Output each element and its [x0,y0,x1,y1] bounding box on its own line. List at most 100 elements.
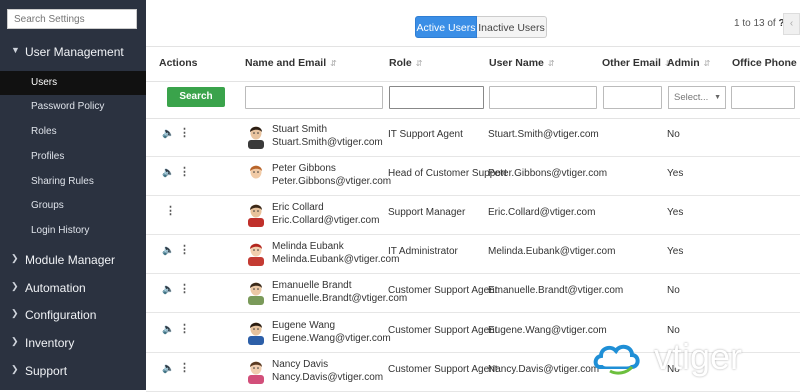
col-actions: Actions [159,57,198,69]
active-users-button[interactable]: Active Users [415,16,477,38]
user-username: Nancy.Davis@vtiger.com [488,364,600,375]
table-row[interactable]: ⋮ Eric Collard Eric.Collard@vtiger.com Supp… [146,195,800,235]
inactive-users-button[interactable]: Inactive Users [477,16,547,38]
user-username: Eugene.Wang@vtiger.com [488,325,607,336]
search-settings-input[interactable] [7,9,137,29]
chevron-right-icon: ❯ [11,336,19,346]
user-name-email[interactable]: Melinda Eubank Melinda.Eubank@vtiger.com [272,240,399,266]
login-as-icon[interactable]: 🔈 [162,284,174,295]
user-name-email[interactable]: Peter Gibbons Peter.Gibbons@vtiger.com [272,162,391,188]
more-actions-icon[interactable]: ⋮ [179,322,190,335]
sidebar-group-support[interactable]: ❯ Support [0,361,146,381]
user-admin: Yes [667,207,684,218]
sidebar-item-roles[interactable]: Roles [0,120,146,144]
table-row[interactable]: 🔈 ⋮ Peter Gibbons Peter.Gibbons@vtiger.com H… [146,156,800,196]
sidebar-item-password-policy[interactable]: Password Policy [0,95,146,119]
chevron-right-icon: ❯ [11,364,19,374]
login-as-icon[interactable]: 🔈 [162,128,174,139]
more-actions-icon[interactable]: ⋮ [179,165,190,178]
login-as-icon[interactable]: 🔈 [162,324,174,335]
user-role: Customer Support Agent [388,285,498,296]
sidebar-item-users[interactable]: Users [0,71,146,95]
avatar [248,282,264,305]
user-username: Eric.Collard@vtiger.com [488,207,596,218]
col-office-phone[interactable]: Office Phone⇵ [732,57,800,69]
chevron-down-icon: ▼ [11,45,20,55]
user-email: Stuart.Smith@vtiger.com [272,137,383,148]
user-full-name: Eric Collard [272,202,324,213]
login-as-icon[interactable]: 🔈 [162,245,174,256]
user-username: Peter.Gibbons@vtiger.com [488,168,608,179]
user-full-name: Stuart Smith [272,124,328,135]
avatar [248,204,264,227]
user-role: IT Support Agent [388,129,463,140]
login-as-icon[interactable]: 🔈 [162,363,174,374]
user-role: Customer Support Agent [388,364,498,375]
user-name-email[interactable]: Emanuelle Brandt Emanuelle.Brandt@vtiger.… [272,279,407,305]
search-button[interactable]: Search [167,87,225,107]
user-admin: Yes [667,168,684,179]
sort-icon: ⇵ [547,59,555,68]
filter-username-input[interactable] [489,86,597,109]
sidebar-group-user-management[interactable]: ▼ User Management [0,42,146,62]
sort-icon: ⇵ [415,59,423,68]
user-name-email[interactable]: Nancy Davis Nancy.Davis@vtiger.com [272,358,383,384]
sidebar-group-inventory[interactable]: ❯ Inventory [0,333,146,353]
sidebar-item-sharing-rules[interactable]: Sharing Rules [0,170,146,194]
col-other-email[interactable]: Other Email ⇵ [602,57,672,69]
more-actions-icon[interactable]: ⋮ [165,204,176,217]
user-name-email[interactable]: Stuart Smith Stuart.Smith@vtiger.com [272,123,383,149]
user-username: Melinda.Eubank@vtiger.com [488,246,616,257]
user-name-email[interactable]: Eugene Wang Eugene.Wang@vtiger.com [272,319,391,345]
user-role: IT Administrator [388,246,458,257]
user-admin: No [667,285,680,296]
more-actions-icon[interactable]: ⋮ [179,282,190,295]
filter-admin-select[interactable]: Select... ▼ [668,86,726,109]
user-role: Customer Support Agent [388,325,498,336]
sidebar-group-module-manager[interactable]: ❯ Module Manager [0,250,146,270]
previous-page-button[interactable]: ‹ [783,13,800,35]
settings-sidebar: ▼ User Management Users Password Policy … [0,0,146,390]
user-full-name: Nancy Davis [272,359,329,370]
user-admin: Yes [667,246,684,257]
avatar [248,361,264,384]
user-name-email[interactable]: Eric Collard Eric.Collard@vtiger.com [272,201,379,227]
user-email: Peter.Gibbons@vtiger.com [272,176,392,187]
col-role[interactable]: Role ⇵ [389,57,422,69]
more-actions-icon[interactable]: ⋮ [179,361,190,374]
user-email: Nancy.Davis@vtiger.com [272,372,384,383]
filter-role-input[interactable] [389,86,484,109]
login-as-icon[interactable]: 🔈 [162,167,174,178]
more-actions-icon[interactable]: ⋮ [179,243,190,256]
avatar [248,165,264,188]
table-row[interactable]: 🔈 ⋮ Emanuelle Brandt Emanuelle.Brandt@vtige… [146,273,800,313]
vtiger-cloud-icon [593,344,640,375]
avatar [248,126,264,149]
more-actions-icon[interactable]: ⋮ [179,126,190,139]
user-status-toggle: Active Users Inactive Users [415,16,547,38]
sidebar-item-profiles[interactable]: Profiles [0,145,146,169]
sidebar-group-automation[interactable]: ❯ Automation [0,278,146,298]
sort-icon: ⇵ [330,59,337,68]
table-row[interactable]: 🔈 ⋮ Melinda Eubank Melinda.Eubank@vtiger.co… [146,234,800,274]
sidebar-item-groups[interactable]: Groups [0,194,146,218]
chevron-right-icon: ❯ [11,308,19,318]
sidebar-item-login-history[interactable]: Login History [0,219,146,243]
sidebar-group-configuration[interactable]: ❯ Configuration [0,305,146,325]
user-full-name: Peter Gibbons [272,163,336,174]
user-role: Support Manager [388,207,466,218]
col-name-email[interactable]: Name and Email ⇵ [245,57,337,69]
user-email: Eric.Collard@vtiger.com [272,215,380,226]
user-email: Eugene.Wang@vtiger.com [272,333,391,344]
col-admin[interactable]: Admin ⇵ [667,57,710,69]
filter-other-email-input[interactable] [603,86,662,109]
chevron-right-icon: ❯ [11,253,19,263]
avatar [248,243,264,266]
user-full-name: Eugene Wang [272,320,336,331]
user-email: Melinda.Eubank@vtiger.com [272,254,400,265]
col-user-name[interactable]: User Name ⇵ [489,57,555,69]
filter-office-phone-input[interactable] [731,86,795,109]
table-row[interactable]: 🔈 ⋮ Stuart Smith Stuart.Smith@vtiger.com IT … [146,117,800,157]
user-username: Emanuelle.Brandt@vtiger.com [488,285,624,296]
filter-name-input[interactable] [245,86,383,109]
